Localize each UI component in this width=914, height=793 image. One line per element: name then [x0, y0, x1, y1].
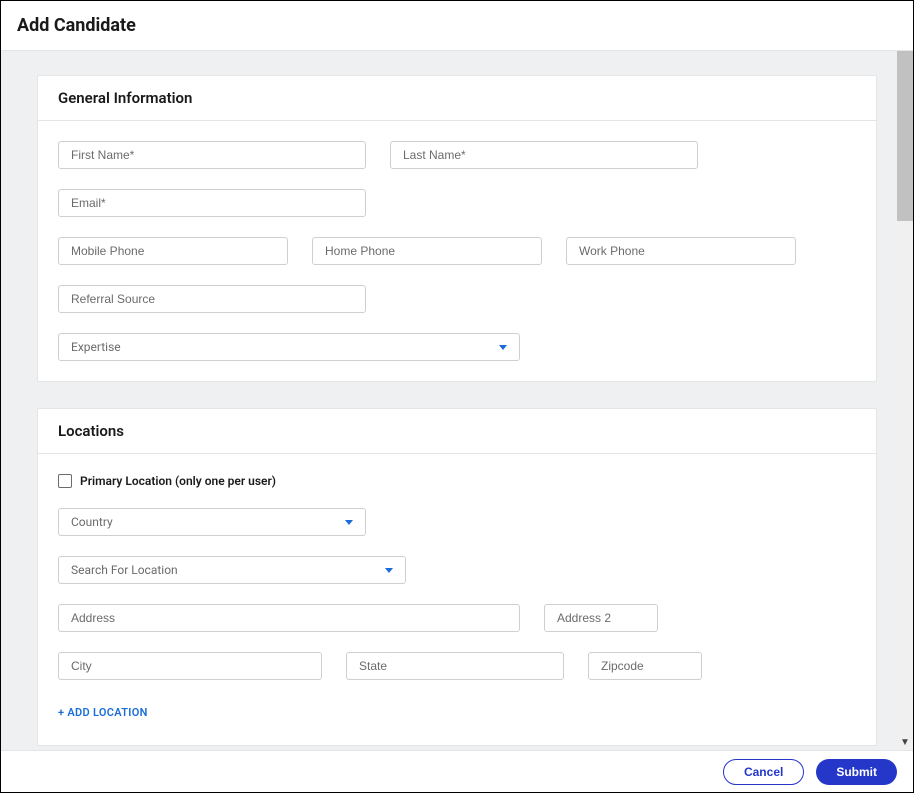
primary-location-row: Primary Location (only one per user) — [58, 474, 856, 488]
search-location-label: Search For Location — [71, 563, 178, 577]
city-field[interactable] — [58, 652, 322, 680]
general-card-body: Expertise — [38, 121, 876, 381]
address2-field[interactable] — [544, 604, 658, 632]
work-phone-field[interactable] — [566, 237, 796, 265]
primary-location-label: Primary Location (only one per user) — [80, 474, 276, 488]
row-referral — [58, 285, 856, 313]
last-name-field[interactable] — [390, 141, 698, 169]
row-address — [58, 604, 856, 632]
row-city-state-zip — [58, 652, 856, 680]
country-select[interactable]: Country — [58, 508, 366, 536]
first-name-field[interactable] — [58, 141, 366, 169]
expertise-label: Expertise — [71, 340, 121, 354]
home-phone-field[interactable] — [312, 237, 542, 265]
footer-bar: Cancel Submit — [1, 750, 913, 792]
general-card-header: General Information — [38, 76, 876, 121]
locations-card-body: Primary Location (only one per user) Cou… — [38, 454, 876, 745]
scrollbar-thumb[interactable] — [897, 51, 913, 221]
content-area: General Information Expertise — [1, 51, 913, 750]
locations-card: Locations Primary Location (only one per… — [37, 408, 877, 746]
country-label: Country — [71, 515, 113, 529]
row-add-location: + ADD LOCATION — [58, 700, 856, 725]
cancel-button[interactable]: Cancel — [723, 759, 804, 785]
caret-down-icon — [385, 568, 393, 573]
caret-down-icon — [345, 520, 353, 525]
row-phones — [58, 237, 856, 265]
address-field[interactable] — [58, 604, 520, 632]
general-section-title: General Information — [58, 89, 856, 107]
locations-card-header: Locations — [38, 409, 876, 454]
state-field[interactable] — [346, 652, 564, 680]
expertise-select[interactable]: Expertise — [58, 333, 520, 361]
add-location-button[interactable]: + ADD LOCATION — [58, 700, 148, 725]
row-name — [58, 141, 856, 169]
row-country: Country — [58, 508, 856, 536]
caret-down-icon — [499, 345, 507, 350]
scrollbar-down-icon[interactable]: ▼ — [897, 734, 913, 750]
general-information-card: General Information Expertise — [37, 75, 877, 382]
primary-location-checkbox[interactable] — [58, 474, 72, 488]
search-location-select[interactable]: Search For Location — [58, 556, 406, 584]
row-search-location: Search For Location — [58, 556, 856, 584]
locations-section-title: Locations — [58, 422, 856, 440]
row-expertise: Expertise — [58, 333, 856, 361]
zipcode-field[interactable] — [588, 652, 702, 680]
row-email — [58, 189, 856, 217]
page-title: Add Candidate — [17, 15, 897, 36]
page-header: Add Candidate — [1, 1, 913, 51]
referral-source-field[interactable] — [58, 285, 366, 313]
submit-button[interactable]: Submit — [816, 759, 897, 785]
email-field[interactable] — [58, 189, 366, 217]
mobile-phone-field[interactable] — [58, 237, 288, 265]
